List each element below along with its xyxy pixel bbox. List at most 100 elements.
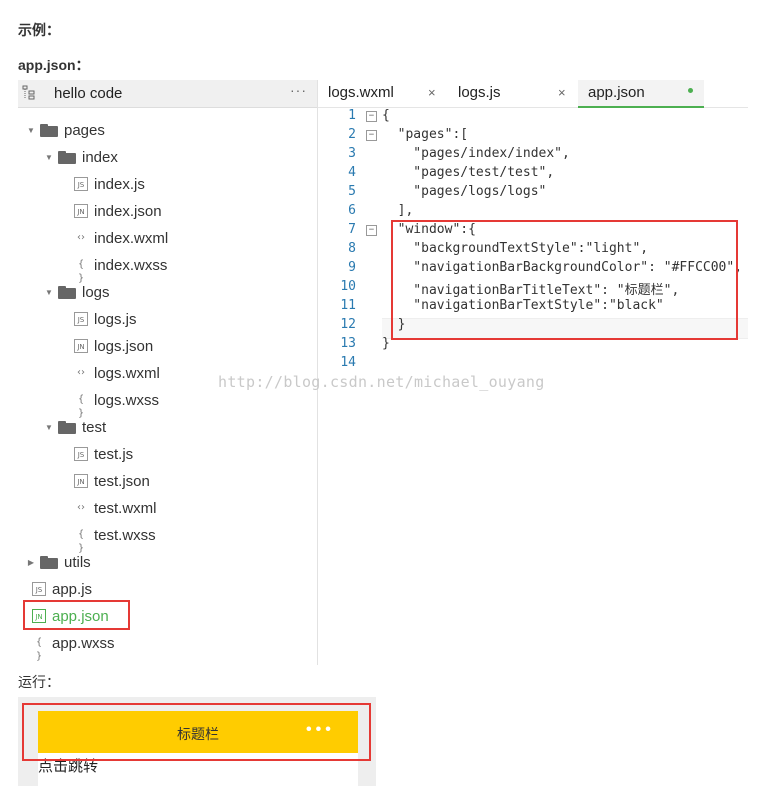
line-number: 9	[348, 260, 356, 275]
tree-item-label: logs.wxml	[94, 364, 160, 382]
close-icon[interactable]: ×	[428, 85, 436, 100]
wxml-file-icon: ‹›	[77, 232, 85, 243]
tab-app-json[interactable]: app.json	[578, 80, 704, 108]
tree-item[interactable]: { } test.wxss	[74, 524, 156, 555]
wxss-file-icon: { }	[77, 394, 85, 419]
active-file-highlight-box	[23, 600, 130, 630]
tree-item-label: test.wxss	[94, 526, 156, 544]
folder-icon	[40, 555, 58, 569]
caret-down-icon[interactable]: ▼	[26, 126, 36, 135]
code-line[interactable]: }	[382, 336, 390, 351]
tree-item[interactable]: JN test.json	[74, 470, 150, 492]
tree-item[interactable]: JS app.js	[32, 578, 92, 600]
tree-item-label: index	[82, 148, 118, 166]
line-number: 5	[348, 184, 356, 199]
code-line[interactable]: "pages/index/index",	[382, 146, 570, 161]
tree-item[interactable]: ▼ index	[44, 146, 118, 168]
tree-item[interactable]: ‹› logs.wxml	[74, 362, 160, 384]
tree-item-label: logs	[82, 283, 110, 301]
folder-icon	[40, 123, 58, 137]
run-label: 运行：	[18, 674, 60, 690]
example-label: 示例：	[18, 22, 60, 38]
editor-tabs: logs.wxml × logs.js × app.json	[318, 80, 748, 108]
watermark: http://blog.csdn.net/michael_ouyang	[218, 373, 545, 391]
line-number: 4	[348, 165, 356, 180]
tree-item-label: test.wxml	[94, 499, 157, 517]
tab-label: app.json	[588, 84, 645, 101]
tab-logs-js[interactable]: logs.js ×	[448, 80, 576, 106]
code-line[interactable]: "pages":[	[382, 127, 468, 142]
tree-item-label: utils	[64, 553, 91, 571]
code-line[interactable]: {	[382, 108, 390, 123]
tree-icon[interactable]	[22, 85, 36, 101]
tree-header: hello code ···	[18, 80, 318, 108]
tree-item[interactable]: ▶ utils	[26, 551, 91, 573]
tree-item[interactable]: JN logs.json	[74, 335, 153, 357]
line-number: 11	[340, 298, 356, 313]
tree-item[interactable]: ▼ test	[44, 416, 106, 438]
line-number: 7	[348, 222, 356, 237]
unsaved-dot-icon	[688, 88, 693, 93]
fold-toggle-icon[interactable]: −	[366, 111, 377, 122]
folder-icon	[58, 285, 76, 299]
caret-down-icon[interactable]: ▼	[44, 423, 54, 432]
tree-item[interactable]: JN index.json	[74, 200, 162, 222]
tree-item-label: logs.wxss	[94, 391, 160, 409]
line-number: 14	[340, 355, 356, 370]
tree-item[interactable]: ‹› test.wxml	[74, 497, 157, 519]
tree-item-label: app.js	[52, 580, 93, 598]
code-line[interactable]: ],	[382, 203, 414, 218]
code-line[interactable]: "pages/logs/logs"	[382, 184, 546, 199]
wxss-file-icon: { }	[77, 259, 85, 284]
js-file-icon: JS	[74, 177, 88, 191]
tree-item-label: test.js	[94, 445, 134, 463]
json-file-icon: JN	[74, 474, 88, 488]
fold-toggle-icon[interactable]: −	[366, 130, 377, 141]
line-number: 12	[340, 317, 356, 332]
tree-item[interactable]: { } index.wxss	[74, 254, 168, 285]
line-number: 8	[348, 241, 356, 256]
json-file-icon: JN	[74, 339, 88, 353]
fold-toggle-icon[interactable]: −	[366, 225, 377, 236]
tree-item[interactable]: { } app.wxss	[32, 632, 115, 663]
tree-item-label: index.wxss	[94, 256, 168, 274]
folder-icon	[58, 420, 76, 434]
line-number: 3	[348, 146, 356, 161]
tree-item-label: logs.js	[94, 310, 137, 328]
tree-item-label: app.wxss	[52, 634, 115, 652]
js-file-icon: JS	[74, 447, 88, 461]
tab-label: logs.wxml	[328, 84, 394, 101]
file-label: app.json：	[18, 57, 90, 73]
wxss-file-icon: { }	[35, 637, 43, 662]
project-name: hello code	[54, 85, 123, 102]
tree-item[interactable]: ▼ logs	[44, 281, 110, 303]
tab-logs-wxml[interactable]: logs.wxml ×	[318, 80, 446, 106]
more-icon[interactable]: ···	[290, 82, 307, 98]
tree-item[interactable]: JS logs.js	[74, 308, 137, 330]
tree-item[interactable]: JS test.js	[74, 443, 133, 465]
json-file-icon: JN	[74, 204, 88, 218]
tree-item-label: pages	[64, 121, 105, 139]
tree-item[interactable]: JS index.js	[74, 173, 145, 195]
caret-down-icon[interactable]: ▼	[44, 288, 54, 297]
tree-item-label: index.wxml	[94, 229, 169, 247]
caret-down-icon[interactable]: ▼	[44, 153, 54, 162]
navbar-highlight-box	[22, 703, 371, 761]
tree-item[interactable]: { } logs.wxss	[74, 389, 160, 420]
line-number: 10	[340, 279, 356, 294]
tree-item-label: test.json	[94, 472, 150, 490]
close-icon[interactable]: ×	[558, 85, 566, 100]
wxss-file-icon: { }	[77, 529, 85, 554]
line-number: 13	[340, 336, 356, 351]
tree-item[interactable]: ▼ pages	[26, 119, 105, 141]
tree-item[interactable]: ‹› index.wxml	[74, 227, 168, 249]
code-line[interactable]: "pages/test/test",	[382, 165, 554, 180]
tree-item-label: index.json	[94, 202, 162, 220]
tree-item-label: test	[82, 418, 107, 436]
tree-item-label: index.js	[94, 175, 145, 193]
line-number: 2	[348, 127, 356, 142]
line-number: 6	[348, 203, 356, 218]
caret-right-icon[interactable]: ▶	[26, 558, 36, 567]
line-number: 1	[348, 108, 356, 123]
js-file-icon: JS	[74, 312, 88, 326]
